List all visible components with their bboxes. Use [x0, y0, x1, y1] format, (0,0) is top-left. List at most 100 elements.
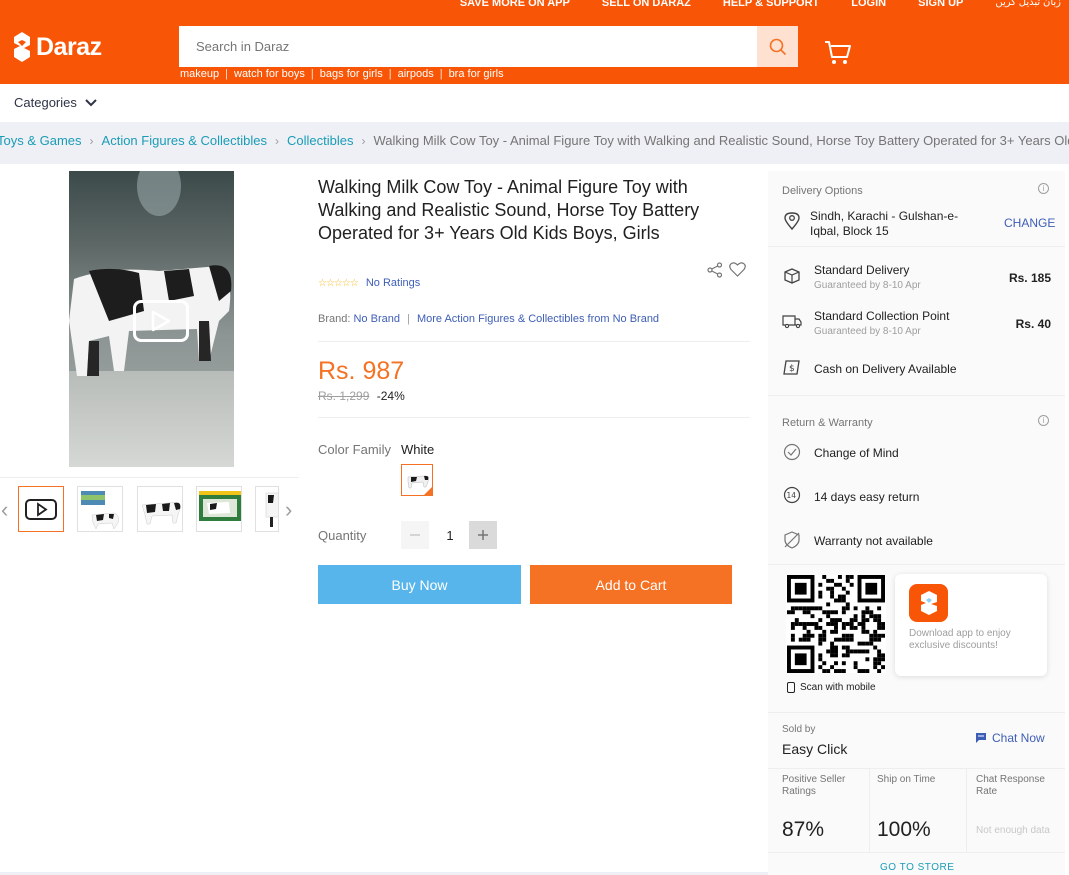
quantity-decrease-button[interactable]: [401, 521, 429, 549]
thumbnail-image[interactable]: [255, 486, 279, 532]
rating-stars: ☆☆☆☆☆: [318, 277, 359, 289]
sold-by-label: Sold by: [782, 724, 816, 735]
heart-icon[interactable]: [729, 262, 746, 277]
collection-point-eta: Guaranteed by 8-10 Apr: [814, 326, 921, 337]
quantity-increase-button[interactable]: [469, 521, 497, 549]
breadcrumb-link-action-figures[interactable]: Action Figures & Collectibles: [102, 133, 267, 148]
search-icon: [769, 38, 786, 55]
daraz-app-icon: [909, 584, 948, 622]
categories-dropdown[interactable]: Categories: [14, 95, 97, 110]
breadcrumb-bar: Toys & Games › Action Figures & Collecti…: [0, 122, 1069, 164]
info-icon[interactable]: i: [1038, 415, 1049, 426]
thumbnail-image[interactable]: [77, 486, 123, 532]
divider: [318, 341, 750, 342]
chat-now-button[interactable]: Chat Now: [975, 731, 1045, 745]
ship-on-time-label: Ship on Time: [877, 774, 936, 785]
more-from-brand-link[interactable]: More Action Figures & Collectibles from …: [417, 313, 659, 325]
thumbnail-prev-arrow[interactable]: ‹: [1, 497, 8, 523]
collection-point-price: Rs. 40: [1015, 317, 1051, 331]
warranty-not-available-label: Warranty not available: [814, 534, 933, 548]
gallery-divider: [0, 477, 299, 478]
mobile-icon: [787, 682, 795, 693]
return-warranty-heading: Return & Warranty: [782, 417, 873, 429]
daraz-logo[interactable]: Daraz: [12, 30, 102, 64]
positive-ratings-label: Positive Seller Ratings: [782, 774, 846, 797]
sell-on-daraz-link[interactable]: SELL ON DARAZ: [602, 0, 691, 11]
color-family-value: White: [401, 442, 435, 457]
easy-return-label: 14 days easy return: [814, 490, 920, 504]
app-download-card[interactable]: Download app to enjoy exclusive discount…: [895, 574, 1047, 676]
scan-with-mobile: Scan with mobile: [787, 682, 876, 693]
cow-thumbnail-image: [81, 491, 119, 530]
seller-name[interactable]: Easy Click: [782, 741, 847, 757]
positive-ratings-value: 87%: [782, 818, 825, 841]
quantity-value[interactable]: 1: [440, 528, 460, 543]
standard-delivery-price: Rs. 185: [1008, 271, 1051, 285]
old-price: Rs. 1,299: [318, 389, 370, 403]
product-price: Rs. 987: [318, 357, 405, 385]
daraz-logo-icon: [14, 32, 30, 62]
categories-label: Categories: [14, 95, 77, 110]
no-warranty-icon: [784, 531, 800, 549]
chat-response-value: Not enough data: [976, 825, 1050, 836]
chat-icon: [976, 733, 986, 743]
change-address-link[interactable]: CHANGE: [1004, 216, 1055, 230]
color-swatch-white[interactable]: [401, 464, 433, 496]
help-support-link[interactable]: HELP & SUPPORT: [723, 0, 819, 11]
add-to-cart-button[interactable]: Add to Cart: [530, 565, 732, 604]
suggestion-link[interactable]: airpods: [398, 68, 434, 80]
search-button[interactable]: [757, 26, 798, 67]
standard-delivery-eta: Guaranteed by 8-10 Apr: [814, 280, 921, 291]
suggestion-link[interactable]: makeup: [180, 68, 219, 80]
video-thumbnail-icon: [25, 499, 57, 520]
cow-thumbnail-image: [265, 492, 278, 527]
selected-marker: [424, 487, 432, 495]
return-14-days-icon: 14: [783, 486, 801, 504]
buy-now-button[interactable]: Buy Now: [318, 565, 521, 604]
standard-delivery-label: Standard Delivery: [814, 263, 910, 277]
breadcrumb-current: Walking Milk Cow Toy - Animal Figure Toy…: [373, 133, 1069, 148]
logo-text: Daraz: [36, 32, 102, 61]
thumbnail-image[interactable]: [196, 486, 242, 532]
chevron-right-icon: ›: [89, 133, 94, 148]
brand-info: Brand: No Brand | More Action Figures & …: [318, 313, 659, 325]
delivery-address: Sindh, Karachi - Gulshan-e-Iqbal, Block …: [810, 209, 959, 238]
site-header: SAVE MORE ON APP SELL ON DARAZ HELP & SU…: [0, 0, 1069, 84]
login-link[interactable]: LOGIN: [851, 0, 886, 11]
thumbnail-image[interactable]: [137, 486, 183, 532]
qr-code-image: [787, 575, 885, 673]
delivery-box-icon: [784, 268, 800, 284]
brand-link[interactable]: No Brand: [353, 313, 399, 325]
thumbnail-next-arrow[interactable]: ›: [285, 497, 292, 523]
delivery-options-heading: Delivery Options: [782, 185, 863, 197]
suggestion-link[interactable]: watch for boys: [234, 68, 305, 80]
video-play-button[interactable]: [133, 300, 189, 342]
breadcrumb-link-toys-games[interactable]: Toys & Games: [0, 133, 82, 148]
thumbnail-video[interactable]: [18, 486, 64, 532]
scan-label: Scan with mobile: [800, 682, 876, 693]
ratings-link[interactable]: No Ratings: [366, 277, 420, 289]
search-suggestions: makeup | watch for boys | bags for girls | …: [180, 68, 504, 80]
cash-on-delivery-label: Cash on Delivery Available: [814, 362, 957, 376]
chat-now-label: Chat Now: [992, 731, 1045, 745]
cart-icon[interactable]: [824, 38, 852, 66]
svg-text:$: $: [789, 364, 795, 374]
info-icon[interactable]: i: [1038, 183, 1049, 194]
go-to-store-link[interactable]: GO TO STORE: [880, 862, 954, 873]
breadcrumb-link-collectibles[interactable]: Collectibles: [287, 133, 353, 148]
divider: [768, 246, 1065, 247]
search-input[interactable]: [179, 26, 757, 67]
chevron-down-icon: [85, 98, 97, 106]
suggestion-link[interactable]: bags for girls: [320, 68, 383, 80]
app-download-text: Download app to enjoy exclusive discount…: [909, 628, 1011, 651]
top-nav: SAVE MORE ON APP SELL ON DARAZ HELP & SU…: [460, 0, 1069, 11]
share-icon[interactable]: [707, 262, 723, 278]
signup-link[interactable]: SIGN UP: [918, 0, 963, 11]
save-more-on-app-link[interactable]: SAVE MORE ON APP: [460, 0, 570, 11]
collection-point-label: Standard Collection Point: [814, 309, 950, 323]
language-switch[interactable]: زبان تبدیل کریں: [995, 0, 1061, 11]
ship-on-time-value: 100%: [877, 818, 931, 841]
suggestion-link[interactable]: bra for girls: [449, 68, 504, 80]
plus-icon: [478, 530, 488, 540]
share-wishlist: [707, 262, 746, 278]
